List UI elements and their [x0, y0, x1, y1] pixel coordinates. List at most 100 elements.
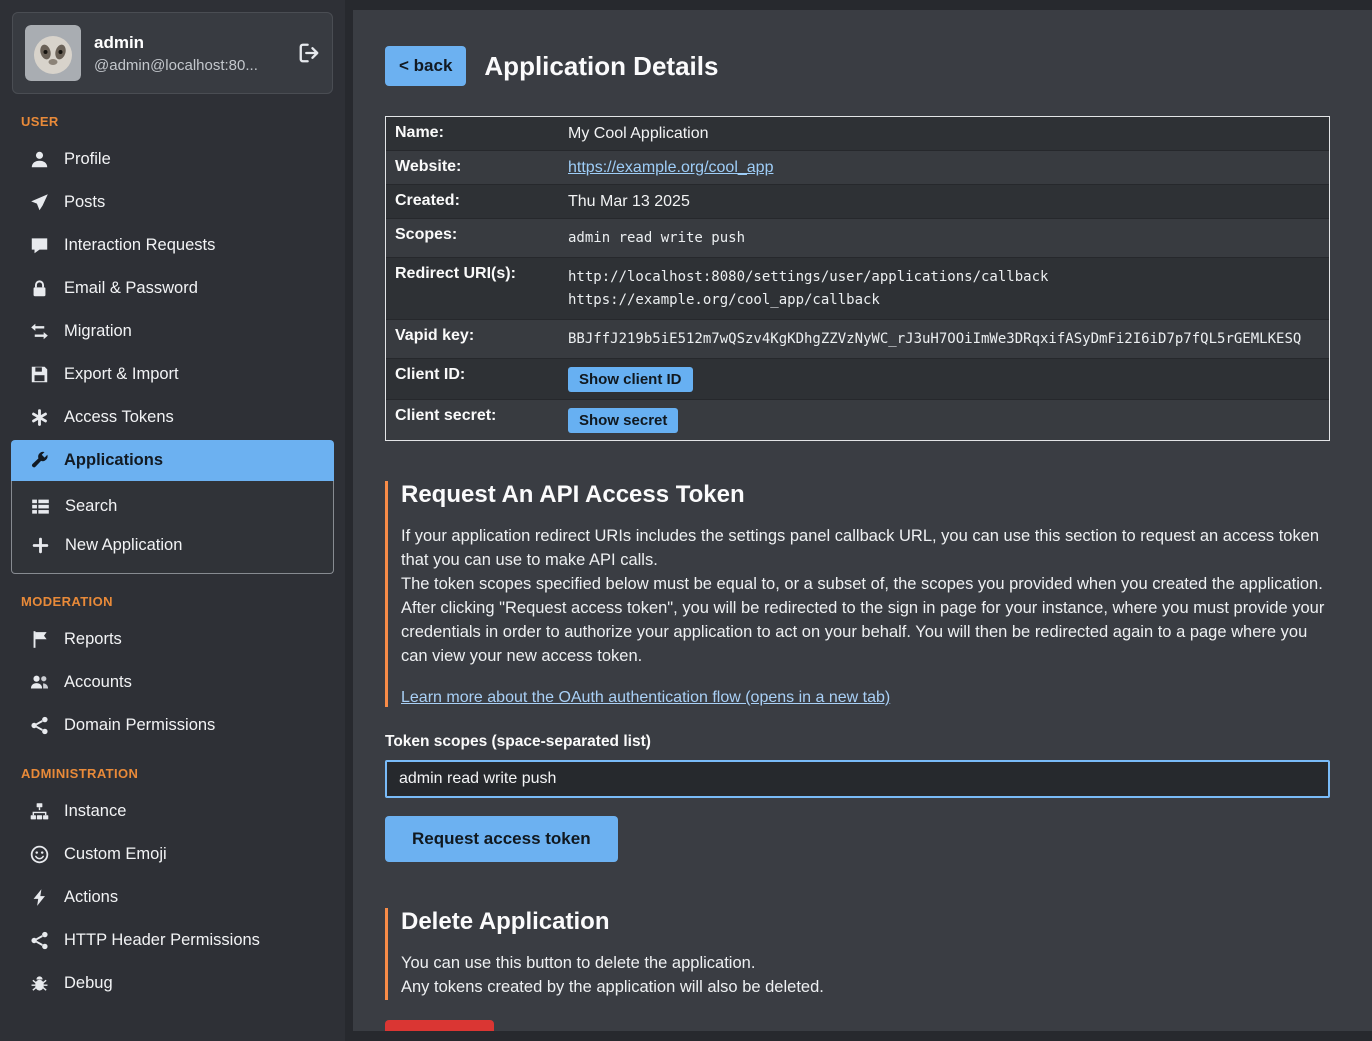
sidebar-item-label: Domain Permissions	[64, 716, 215, 735]
sidebar-item-label: Reports	[64, 630, 122, 649]
delete-button[interactable]: Delete	[385, 1020, 494, 1031]
redirect-uri-1: http://localhost:8080/settings/user/appl…	[568, 266, 1048, 289]
detail-key: Vapid key:	[386, 327, 568, 345]
detail-value: BBJffJ219b5iE512m7wQSzv4KgKDhgZZVzNyWC_r…	[568, 327, 1301, 351]
user-icon	[29, 150, 49, 169]
plus-icon	[30, 536, 50, 555]
sidebar-item-label: New Application	[65, 536, 182, 555]
sidebar-item-posts[interactable]: Posts	[11, 182, 334, 223]
sidebar-item-profile[interactable]: Profile	[11, 139, 334, 180]
detail-key: Scopes:	[386, 226, 568, 244]
sidebar-item-custom-emoji[interactable]: Custom Emoji	[11, 834, 334, 875]
bolt-icon	[29, 888, 49, 907]
sidebar-item-actions[interactable]: Actions	[11, 877, 334, 918]
sidebar-item-migration[interactable]: Migration	[11, 311, 334, 352]
section-label-administration: ADMINISTRATION	[21, 766, 324, 781]
user-info: admin @admin@localhost:80...	[94, 33, 258, 74]
sidebar-item-debug[interactable]: Debug	[11, 963, 334, 1004]
title-row: < back Application Details	[385, 46, 1330, 86]
sidebar-item-access-tokens[interactable]: Access Tokens	[11, 397, 334, 438]
asterisk-icon	[29, 408, 49, 427]
sidebar-item-label: Actions	[64, 888, 118, 907]
show-secret-button[interactable]: Show secret	[568, 408, 678, 433]
detail-row-vapid-key: Vapid key: BBJffJ219b5iE512m7wQSzv4KgKDh…	[386, 319, 1329, 358]
detail-key: Redirect URI(s):	[386, 265, 568, 283]
application-details-table: Name: My Cool Application Website: https…	[385, 116, 1330, 441]
logout-icon[interactable]	[298, 42, 320, 64]
sidebar-item-email-password[interactable]: Email & Password	[11, 268, 334, 309]
oauth-docs-link[interactable]: Learn more about the OAuth authenticatio…	[401, 689, 890, 707]
request-token-paragraph-3: After clicking "Request access token", y…	[401, 597, 1330, 669]
request-token-paragraph-2: The token scopes specified below must be…	[401, 573, 1330, 597]
sidebar-item-label: Posts	[64, 193, 105, 212]
list-icon	[30, 497, 50, 516]
detail-key: Website:	[386, 158, 568, 176]
exchange-arrows-icon	[29, 322, 49, 341]
share-nodes-icon	[29, 716, 49, 735]
user-name: admin	[94, 33, 258, 53]
detail-row-client-id: Client ID: Show client ID	[386, 358, 1329, 399]
sidebar: admin @admin@localhost:80... USER Profil…	[0, 0, 345, 1041]
back-button[interactable]: < back	[385, 46, 466, 86]
show-client-id-button[interactable]: Show client ID	[568, 367, 693, 392]
user-card[interactable]: admin @admin@localhost:80...	[12, 12, 333, 94]
sidebar-item-accounts[interactable]: Accounts	[11, 662, 334, 703]
avatar	[25, 25, 81, 81]
sidebar-item-label: Access Tokens	[64, 408, 174, 427]
sidebar-item-label: Search	[65, 497, 117, 516]
section-label-moderation: MODERATION	[21, 594, 324, 609]
request-token-section: Request An API Access Token If your appl…	[385, 481, 1330, 707]
detail-key: Client ID:	[386, 366, 568, 384]
detail-row-scopes: Scopes: admin read write push	[386, 218, 1329, 257]
redirect-uri-2: https://example.org/cool_app/callback	[568, 289, 1048, 312]
detail-value: My Cool Application	[568, 124, 709, 143]
token-scopes-label: Token scopes (space-separated list)	[385, 733, 1330, 751]
sidebar-item-label: Applications	[64, 451, 163, 470]
applications-submenu: Search New Application	[11, 481, 334, 574]
sidebar-item-http-header-permissions[interactable]: HTTP Header Permissions	[11, 920, 334, 961]
detail-key: Name:	[386, 124, 568, 142]
detail-row-name: Name: My Cool Application	[386, 117, 1329, 150]
comment-icon	[29, 236, 49, 255]
sidebar-item-applications[interactable]: Applications	[11, 440, 334, 481]
sidebar-item-interaction-requests[interactable]: Interaction Requests	[11, 225, 334, 266]
sidebar-item-label: Accounts	[64, 673, 132, 692]
sidebar-item-label: Interaction Requests	[64, 236, 215, 255]
sitemap-icon	[29, 802, 49, 821]
detail-value: admin read write push	[568, 226, 745, 250]
sidebar-item-export-import[interactable]: Export & Import	[11, 354, 334, 395]
delete-application-title: Delete Application	[401, 908, 1330, 936]
detail-row-website: Website: https://example.org/cool_app	[386, 150, 1329, 184]
delete-paragraph-2: Any tokens created by the application wi…	[401, 976, 1330, 1000]
app-root: admin @admin@localhost:80... USER Profil…	[0, 0, 1372, 1041]
sidebar-item-domain-permissions[interactable]: Domain Permissions	[11, 705, 334, 746]
detail-value: http://localhost:8080/settings/user/appl…	[568, 265, 1048, 312]
sidebar-item-label: HTTP Header Permissions	[64, 931, 260, 950]
delete-application-section: Delete Application You can use this butt…	[385, 908, 1330, 1000]
token-scopes-input[interactable]	[385, 760, 1330, 798]
sidebar-item-label: Debug	[64, 974, 113, 993]
sidebar-item-new-application[interactable]: New Application	[12, 526, 333, 565]
sidebar-item-label: Export & Import	[64, 365, 179, 384]
bug-icon	[29, 974, 49, 993]
sidebar-item-label: Email & Password	[64, 279, 198, 298]
request-access-token-button[interactable]: Request access token	[385, 816, 618, 862]
request-token-paragraph-1: If your application redirect URIs includ…	[401, 525, 1330, 573]
share-nodes-icon	[29, 931, 49, 950]
request-token-title: Request An API Access Token	[401, 481, 1330, 509]
delete-paragraph-1: You can use this button to delete the ap…	[401, 952, 1330, 976]
sidebar-item-applications-search[interactable]: Search	[12, 487, 333, 526]
smile-icon	[29, 845, 49, 864]
sidebar-item-label: Custom Emoji	[64, 845, 167, 864]
page-title: Application Details	[484, 51, 718, 82]
website-link[interactable]: https://example.org/cool_app	[568, 158, 773, 177]
main-content: < back Application Details Name: My Cool…	[353, 10, 1372, 1031]
sidebar-item-label: Instance	[64, 802, 126, 821]
tools-icon	[29, 451, 49, 470]
sidebar-item-instance[interactable]: Instance	[11, 791, 334, 832]
user-handle: @admin@localhost:80...	[94, 57, 258, 74]
users-icon	[29, 673, 49, 692]
detail-key: Created:	[386, 192, 568, 210]
detail-row-client-secret: Client secret: Show secret	[386, 399, 1329, 440]
sidebar-item-reports[interactable]: Reports	[11, 619, 334, 660]
